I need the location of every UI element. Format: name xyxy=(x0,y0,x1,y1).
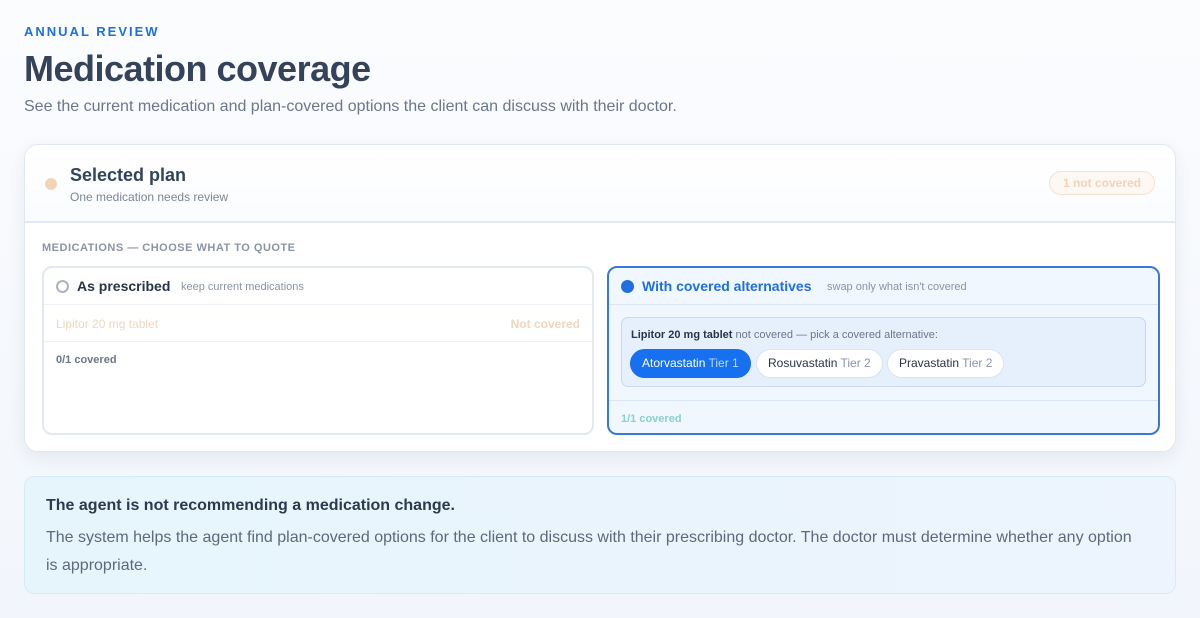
alternative-prompt: Lipitor 20 mg tablet not covered — pick … xyxy=(631,329,938,341)
pill-name: Rosuvastatin xyxy=(768,356,838,370)
coverage-status: Not covered xyxy=(510,317,580,331)
notice-body: The system helps the agent find plan-cov… xyxy=(46,529,1132,574)
eyebrow-label: ANNUAL REVIEW xyxy=(24,24,160,39)
option-hint: swap only what isn't covered xyxy=(827,281,967,293)
pill-tier: Tier 1 xyxy=(708,356,739,370)
selected-plan-card: Selected plan One medication needs revie… xyxy=(24,144,1176,452)
not-covered-badge: 1 not covered xyxy=(1048,171,1155,195)
pill-tier: Tier 2 xyxy=(962,356,993,370)
alternative-pill-rosuvastatin[interactable]: Rosuvastatin Tier 2 xyxy=(756,349,883,378)
plan-header: Selected plan One medication needs revie… xyxy=(25,145,1175,223)
radio-unselected-icon[interactable] xyxy=(56,280,69,293)
option-title: As prescribed xyxy=(77,278,171,294)
alternative-pill-pravastatin[interactable]: Pravastatin Tier 2 xyxy=(887,349,1005,378)
option-header[interactable]: With covered alternatives swap only what… xyxy=(609,268,1158,305)
notice-title: The agent is not recommending a medicati… xyxy=(46,497,455,514)
option-title: With covered alternatives xyxy=(642,278,812,294)
option-covered-alternatives[interactable]: With covered alternatives swap only what… xyxy=(607,266,1160,435)
covered-count: 0/1 covered xyxy=(56,354,117,366)
pill-tier: Tier 2 xyxy=(840,356,871,370)
radio-selected-icon[interactable] xyxy=(621,280,634,293)
pill-name: Atorvastatin xyxy=(642,356,706,370)
medication-row: Lipitor 20 mg tablet Not covered xyxy=(44,305,592,342)
alternative-drug-name: Lipitor 20 mg tablet xyxy=(631,329,733,341)
page-subtitle: See the current medication and plan-cove… xyxy=(24,98,677,115)
alternative-pill-atorvastatin[interactable]: Atorvastatin Tier 1 xyxy=(630,349,751,378)
option-footer: 1/1 covered xyxy=(609,400,1158,433)
pill-name: Pravastatin xyxy=(899,356,960,370)
medication-name: Lipitor 20 mg tablet xyxy=(56,317,159,331)
medications-section-label: MEDICATIONS — CHOOSE WHAT TO QUOTE xyxy=(42,242,296,254)
option-as-prescribed[interactable]: As prescribed keep current medications L… xyxy=(42,266,594,435)
disclaimer-notice: The agent is not recommending a medicati… xyxy=(24,476,1176,594)
page: ANNUAL REVIEW Medication coverage See th… xyxy=(0,0,1200,618)
status-dot-icon xyxy=(45,178,57,190)
page-title: Medication coverage xyxy=(24,48,371,89)
alternative-picker: Lipitor 20 mg tablet not covered — pick … xyxy=(621,317,1146,387)
covered-count: 1/1 covered xyxy=(621,413,682,425)
option-header[interactable]: As prescribed keep current medications xyxy=(44,268,592,305)
plan-title: Selected plan xyxy=(70,165,187,185)
alternative-note: not covered — pick a covered alternative… xyxy=(735,329,938,341)
option-hint: keep current medications xyxy=(181,281,304,293)
plan-subtitle: One medication needs review xyxy=(70,190,229,204)
